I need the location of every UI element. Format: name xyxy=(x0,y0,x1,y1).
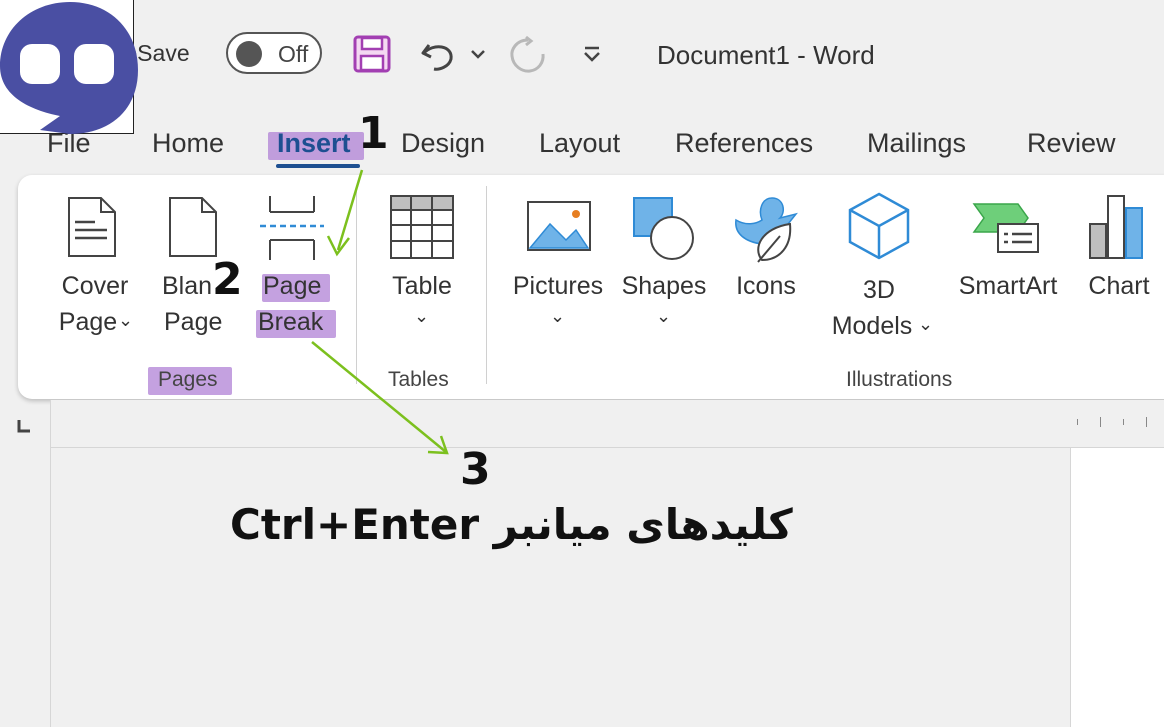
annotation-arrows xyxy=(311,169,449,455)
shortcut-caption: Ctrl+Enter کلیدهای میانبر xyxy=(230,500,793,549)
channel-logo xyxy=(0,0,138,134)
channel-logo-icon xyxy=(0,2,138,134)
step-3-label: 3 xyxy=(460,444,491,495)
